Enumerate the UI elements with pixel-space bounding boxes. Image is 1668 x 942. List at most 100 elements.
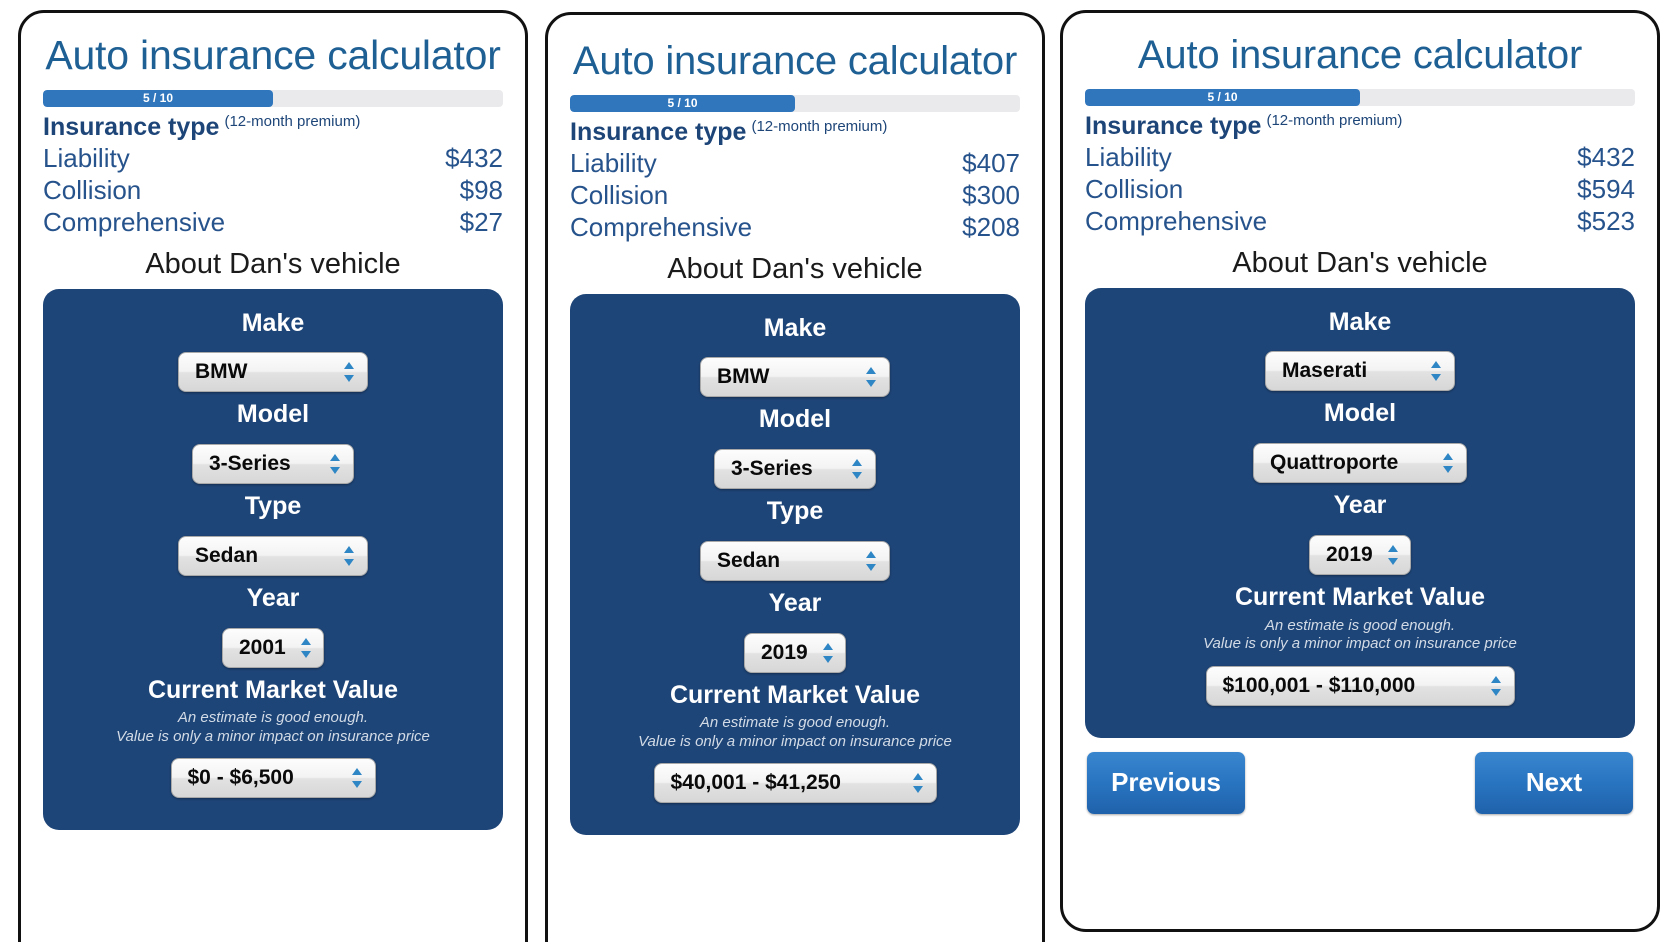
select-make[interactable]: BMW xyxy=(178,352,368,393)
form-field-current-market-value: Current Market Value An estimate is good … xyxy=(1095,581,1625,706)
insurance-row-label: Comprehensive xyxy=(43,207,226,238)
insurance-row: Collision $98 xyxy=(43,174,503,206)
stepper-arrows-icon xyxy=(351,767,363,789)
field-label: Year xyxy=(768,588,822,617)
form-field-year: Year 2001 xyxy=(53,582,493,668)
select-value: BMW xyxy=(717,365,770,389)
form-field-model: Model 3-Series xyxy=(53,398,493,485)
insurance-row: Collision $300 xyxy=(570,179,1020,211)
form-field-model: Model 3-Series xyxy=(580,403,1010,490)
select-value: 2001 xyxy=(239,635,286,659)
select-value: $0 - $6,500 xyxy=(187,766,294,790)
insurance-row: Comprehensive $523 xyxy=(1085,205,1635,237)
insurance-row-amount: $432 xyxy=(1577,142,1635,172)
insurance-row: Collision $594 xyxy=(1085,173,1635,205)
select-value: Quattroporte xyxy=(1270,451,1399,475)
select-value: Sedan xyxy=(195,543,259,567)
select-type[interactable]: Sedan xyxy=(178,535,368,576)
progress-label: 5 / 10 xyxy=(667,96,698,110)
insurance-row-label: Collision xyxy=(570,180,669,211)
form-field-model: Model Quattroporte xyxy=(1095,397,1625,484)
progress-bar: 5 / 10 xyxy=(43,90,503,107)
field-label: Model xyxy=(1323,399,1397,428)
select-current-market-value[interactable]: $0 - $6,500 xyxy=(170,758,376,799)
insurance-row-amount: $300 xyxy=(962,180,1020,211)
stepper-arrows-icon xyxy=(1490,675,1502,697)
insurance-type-header: Insurance type (12-month premium) xyxy=(1085,112,1635,141)
calculator-panel-1: Auto insurance calculator 5 / 10 Insurance… xyxy=(18,10,528,942)
stepper-arrows-icon xyxy=(343,545,355,567)
insurance-type-label: Insurance type xyxy=(43,113,220,141)
previous-button[interactable]: Previous xyxy=(1087,751,1245,814)
select-value: 3-Series xyxy=(209,452,291,476)
insurance-row-label: Comprehensive xyxy=(1085,206,1268,237)
select-year[interactable]: 2019 xyxy=(1309,534,1411,575)
page-title: Auto insurance calculator xyxy=(1137,33,1583,77)
select-current-market-value[interactable]: $100,001 - $110,000 xyxy=(1205,665,1515,706)
stepper-arrows-icon xyxy=(1387,544,1399,566)
insurance-row-amount: $407 xyxy=(962,148,1020,178)
insurance-type-header: Insurance type (12-month premium) xyxy=(570,118,1020,147)
select-type[interactable]: Sedan xyxy=(700,540,890,581)
select-year[interactable]: 2019 xyxy=(744,632,846,673)
field-label: Year xyxy=(1333,491,1387,520)
select-model[interactable]: 3-Series xyxy=(714,449,876,490)
calculator-panel-3: Auto insurance calculator 5 / 10 Insurance… xyxy=(1060,10,1660,932)
select-value: Maserati xyxy=(1282,359,1368,383)
calculator-panel-2: Auto insurance calculator 5 / 10 Insurance… xyxy=(545,12,1045,942)
vehicle-form: Make Maserati Model Quattroporte Year 2019 Cur… xyxy=(1085,287,1635,738)
form-field-type: Type Sedan xyxy=(53,490,493,576)
insurance-row-amount: $523 xyxy=(1577,206,1635,237)
select-current-market-value[interactable]: $40,001 - $41,250 xyxy=(653,763,937,804)
select-value: 3-Series xyxy=(731,457,813,481)
field-label: Current Market Value xyxy=(1234,582,1486,611)
select-value: BMW xyxy=(195,360,248,384)
insurance-row: Comprehensive $208 xyxy=(570,211,1020,243)
select-model[interactable]: Quattroporte xyxy=(1253,443,1467,484)
insurance-type-label: Insurance type xyxy=(1085,112,1262,140)
select-make[interactable]: Maserati xyxy=(1265,351,1455,392)
field-hint: An estimate is good enough. Value is only… xyxy=(638,714,952,750)
form-field-make: Make BMW xyxy=(580,312,1010,398)
form-field-current-market-value: Current Market Value An estimate is good … xyxy=(580,679,1010,804)
select-value: 2019 xyxy=(761,640,808,664)
insurance-row-amount: $208 xyxy=(962,212,1020,243)
insurance-type-label: Insurance type xyxy=(570,118,747,146)
stepper-arrows-icon xyxy=(1442,452,1454,474)
select-model[interactable]: 3-Series xyxy=(192,444,354,485)
premium-period-note: (12-month premium) xyxy=(751,118,888,135)
stepper-arrows-icon xyxy=(822,642,834,664)
progress-bar: 5 / 10 xyxy=(1085,89,1635,106)
select-make[interactable]: BMW xyxy=(700,357,890,398)
stepper-arrows-icon xyxy=(329,453,341,475)
insurance-row-amount: $594 xyxy=(1577,174,1635,205)
select-value: $100,001 - $110,000 xyxy=(1222,673,1416,697)
stepper-arrows-icon xyxy=(851,458,863,480)
insurance-row: Liability $407 xyxy=(570,147,1020,179)
premium-period-note: (12-month premium) xyxy=(1266,112,1403,129)
screenshot-stage: Auto insurance calculator 5 / 10 Insurance… xyxy=(0,0,1668,942)
progress-bar: 5 / 10 xyxy=(570,95,1020,112)
vehicle-form: Make BMW Model 3-Series Type Sedan Year 2001 Cur… xyxy=(43,288,503,831)
field-hint: An estimate is good enough. Value is only… xyxy=(116,709,430,745)
stepper-arrows-icon xyxy=(1430,360,1442,382)
select-year[interactable]: 2001 xyxy=(222,627,324,668)
panel-content: Auto insurance calculator 5 / 10 Insurance… xyxy=(1063,13,1657,929)
form-field-year: Year 2019 xyxy=(1095,489,1625,575)
vehicle-form: Make BMW Model 3-Series Type Sedan Year 2019 Cur… xyxy=(570,293,1020,836)
field-label: Type xyxy=(766,497,824,526)
insurance-row-label: Liability xyxy=(570,148,657,178)
form-field-type: Type Sedan xyxy=(580,495,1010,581)
insurance-row: Comprehensive $27 xyxy=(43,206,503,238)
field-label: Model xyxy=(758,405,832,434)
vehicle-section-heading: About Dan's vehicle xyxy=(1232,246,1488,279)
field-label: Current Market Value xyxy=(669,680,921,709)
field-label: Type xyxy=(244,492,302,521)
stepper-arrows-icon xyxy=(300,637,312,659)
page-title: Auto insurance calculator xyxy=(572,39,1018,83)
select-value: $40,001 - $41,250 xyxy=(670,771,841,795)
form-field-current-market-value: Current Market Value An estimate is good … xyxy=(53,674,493,799)
premium-period-note: (12-month premium) xyxy=(224,113,361,130)
next-button[interactable]: Next xyxy=(1475,751,1633,814)
field-hint: An estimate is good enough. Value is only… xyxy=(1203,616,1517,653)
